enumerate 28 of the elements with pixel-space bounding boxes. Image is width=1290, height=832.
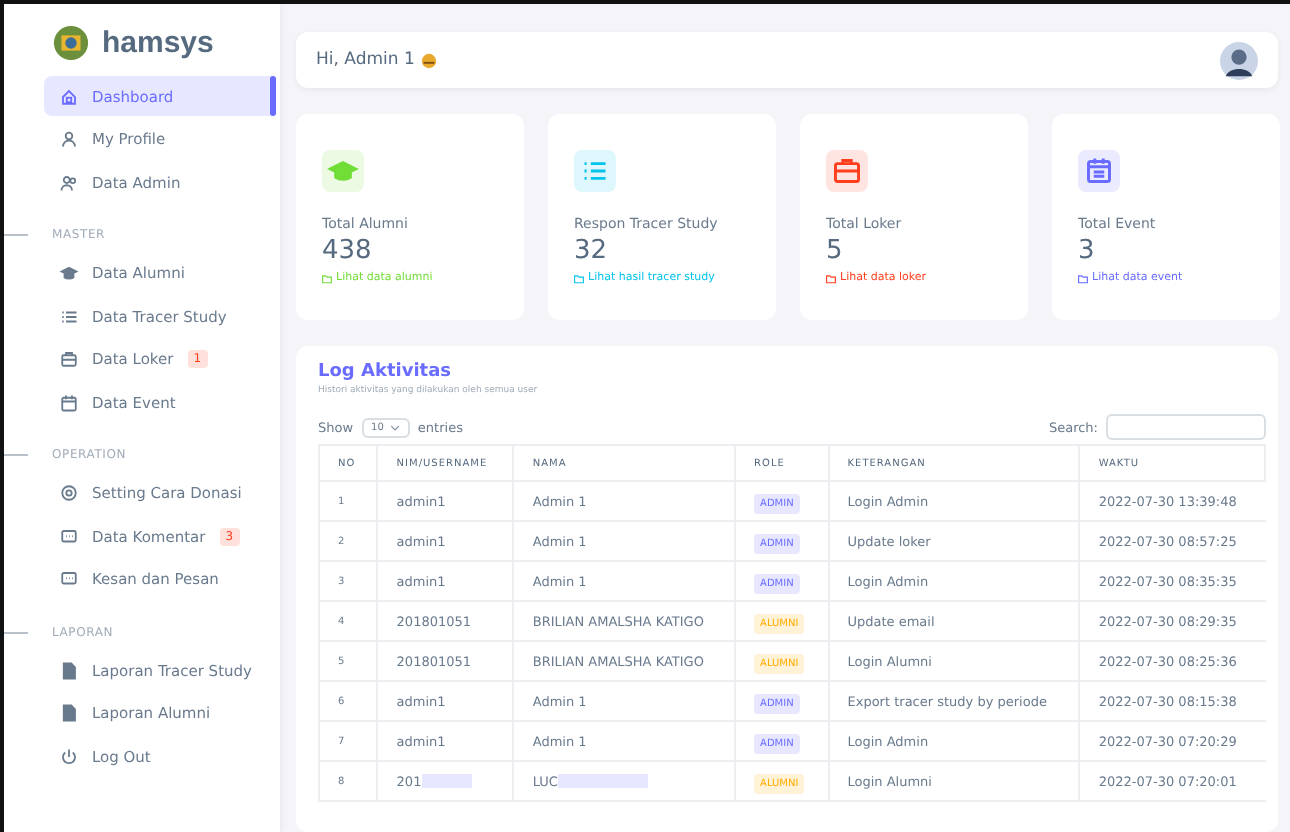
stat-value: 438 <box>322 236 372 266</box>
document-icon <box>60 661 78 679</box>
list-icon <box>60 307 78 325</box>
avatar-icon[interactable] <box>1220 41 1258 79</box>
power-icon <box>60 747 78 765</box>
folder-icon <box>322 273 332 283</box>
folder-icon <box>826 273 836 283</box>
home-icon <box>60 87 78 105</box>
users-icon <box>60 173 78 191</box>
greeting: Hi, Admin 1 <box>316 50 415 70</box>
gear-icon <box>60 484 78 502</box>
graduation-cap-icon <box>60 264 78 282</box>
stat-value: 3 <box>1078 236 1095 266</box>
logo-icon <box>52 23 90 61</box>
user-icon <box>60 130 78 148</box>
document-icon <box>60 704 78 722</box>
card-title: Log Aktivitas <box>318 362 454 382</box>
stat-value: 32 <box>574 236 608 266</box>
stat-value: 5 <box>826 236 843 266</box>
chevron-down-icon <box>389 423 400 431</box>
brand-name: hamsys <box>102 25 214 59</box>
briefcase-icon <box>60 350 78 368</box>
calendar-icon <box>60 393 78 411</box>
folder-icon <box>574 273 584 283</box>
chat-icon <box>60 527 78 545</box>
search-field[interactable] <box>1106 414 1266 440</box>
folder-icon <box>1078 273 1088 283</box>
chat-icon <box>60 570 78 588</box>
